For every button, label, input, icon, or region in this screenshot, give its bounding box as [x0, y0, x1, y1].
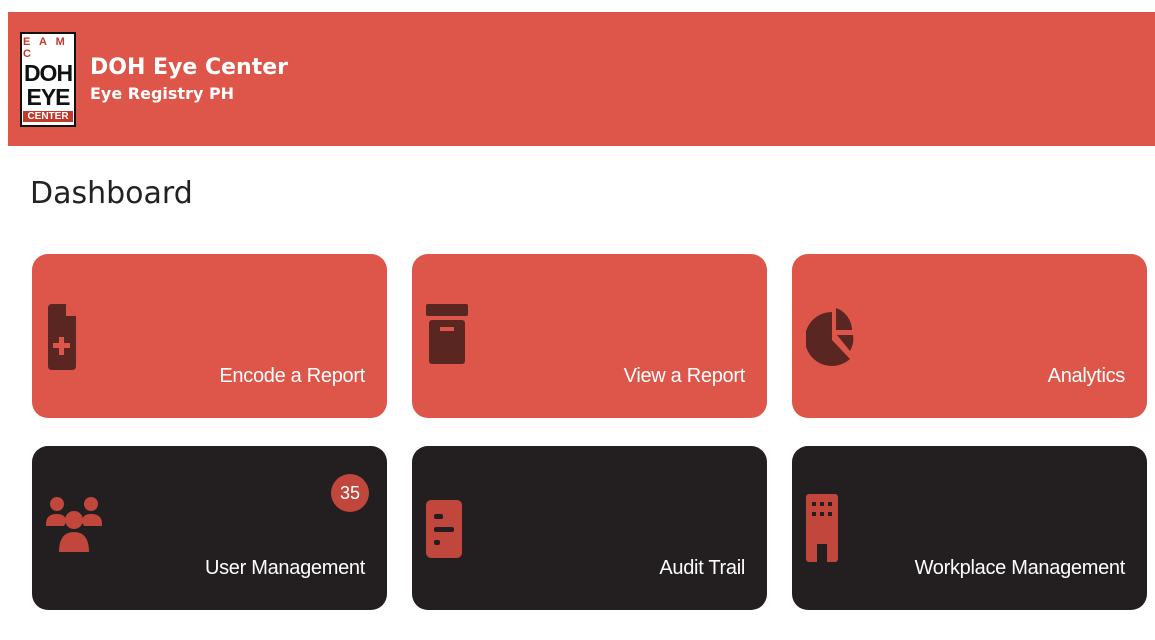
app-header: E A M C DOH EYE CENTER DOH Eye Center Ey… [8, 12, 1155, 146]
analytics-tile[interactable]: Analytics [792, 254, 1147, 418]
view-report-tile[interactable]: View a Report [412, 254, 767, 418]
user-management-tile[interactable]: 35 User Management [32, 446, 387, 610]
tile-label: Audit Trail [659, 557, 745, 579]
users-icon [46, 492, 102, 566]
brand: DOH Eye Center Eye Registry PH [90, 53, 288, 105]
workplace-management-tile[interactable]: Workplace Management [792, 446, 1147, 610]
file-plus-icon [46, 304, 78, 374]
user-count-badge: 35 [331, 474, 369, 512]
pie-chart-icon [804, 304, 854, 374]
app-title: DOH Eye Center [90, 55, 288, 80]
tile-label: Workplace Management [914, 557, 1126, 579]
archive-box-icon [426, 304, 468, 368]
tile-label: Encode a Report [219, 365, 365, 387]
doh-eye-center-logo: E A M C DOH EYE CENTER [20, 31, 76, 127]
audit-trail-tile[interactable]: Audit Trail [412, 446, 767, 610]
tile-label: User Management [204, 557, 365, 579]
audit-list-icon [426, 500, 462, 562]
building-icon [806, 494, 838, 566]
encode-report-tile[interactable]: Encode a Report [32, 254, 387, 418]
page-title: Dashboard [30, 176, 193, 211]
app-subtitle: Eye Registry PH [90, 84, 235, 103]
tile-label: Analytics [1047, 365, 1126, 387]
tile-label: View a Report [623, 365, 746, 387]
